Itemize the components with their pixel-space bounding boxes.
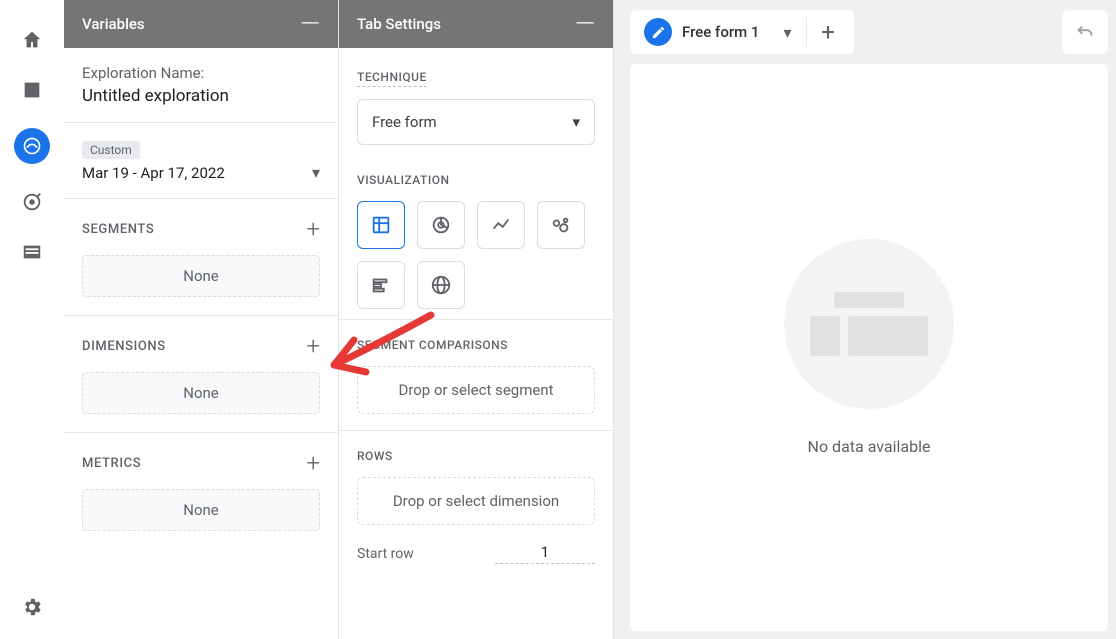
viz-bar-button[interactable] xyxy=(357,261,405,309)
technique-label: TECHNIQUE xyxy=(357,70,427,87)
metrics-header: METRICS + xyxy=(64,433,338,475)
metrics-title: METRICS xyxy=(82,456,141,471)
advertising-icon[interactable] xyxy=(20,190,44,214)
dimensions-title: DIMENSIONS xyxy=(82,339,166,354)
tab-settings-panel: Tab Settings — TECHNIQUE Free form ▾ VIS… xyxy=(339,0,614,639)
canvas-area: Free form 1 ▾ + No data available xyxy=(614,0,1116,639)
start-row-value[interactable]: 1 xyxy=(495,543,595,564)
technique-select[interactable]: Free form ▾ xyxy=(357,99,595,145)
segment-comparisons-label: SEGMENT COMPARISONS xyxy=(357,338,595,352)
collapse-tab-settings-button[interactable]: — xyxy=(575,11,595,37)
settings-icon[interactable] xyxy=(20,595,44,619)
viz-line-button[interactable] xyxy=(477,201,525,249)
date-range-value: Mar 19 - Apr 17, 2022 xyxy=(82,164,225,182)
start-row-field[interactable]: Start row 1 xyxy=(357,531,595,564)
technique-value: Free form xyxy=(372,113,437,131)
left-nav-rail xyxy=(0,0,64,639)
exploration-name-block[interactable]: Exploration Name: Untitled exploration xyxy=(64,48,338,123)
segments-title: SEGMENTS xyxy=(82,222,154,237)
tab-settings-title: Tab Settings xyxy=(357,15,441,33)
add-segment-button[interactable]: + xyxy=(306,217,320,241)
no-data-text: No data available xyxy=(808,437,931,456)
segments-empty[interactable]: None xyxy=(82,255,320,297)
viz-donut-button[interactable] xyxy=(417,201,465,249)
explore-icon[interactable] xyxy=(14,128,50,164)
tab-freeform-1[interactable]: Free form 1 xyxy=(634,10,769,54)
exploration-name-value[interactable]: Untitled exploration xyxy=(82,86,320,106)
dimensions-header: DIMENSIONS + xyxy=(64,316,338,358)
reports-icon[interactable] xyxy=(20,78,44,102)
caret-down-icon: ▾ xyxy=(572,113,580,131)
variables-panel-header: Variables — xyxy=(64,0,338,48)
rows-label: ROWS xyxy=(357,449,595,463)
canvas-body: No data available xyxy=(630,64,1108,631)
add-metric-button[interactable]: + xyxy=(306,451,320,475)
metrics-empty[interactable]: None xyxy=(82,489,320,531)
start-row-label: Start row xyxy=(357,546,414,562)
pencil-icon xyxy=(644,18,672,46)
add-tab-button[interactable]: + xyxy=(806,17,850,48)
configure-icon[interactable] xyxy=(20,240,44,264)
add-dimension-button[interactable]: + xyxy=(306,334,320,358)
dimensions-empty[interactable]: None xyxy=(82,372,320,414)
date-range-block[interactable]: Custom Mar 19 - Apr 17, 2022 ▾ xyxy=(64,123,338,199)
no-data-illustration xyxy=(784,239,954,409)
variables-panel: Variables — Exploration Name: Untitled e… xyxy=(64,0,339,639)
date-range-chip: Custom xyxy=(82,141,140,159)
exploration-name-label: Exploration Name: xyxy=(82,64,320,82)
variables-panel-title: Variables xyxy=(82,15,145,33)
viz-table-button[interactable] xyxy=(357,201,405,249)
viz-scatter-button[interactable] xyxy=(537,201,585,249)
segment-drop-target[interactable]: Drop or select segment xyxy=(357,366,595,414)
caret-down-icon[interactable]: ▾ xyxy=(312,163,320,182)
tab-settings-header: Tab Settings — xyxy=(339,0,613,48)
undo-button[interactable] xyxy=(1062,10,1108,54)
segments-header: SEGMENTS + xyxy=(64,199,338,241)
visualization-label: VISUALIZATION xyxy=(357,173,595,187)
home-icon[interactable] xyxy=(20,28,44,52)
tab-bar: Free form 1 ▾ + xyxy=(630,10,854,54)
rows-drop-target[interactable]: Drop or select dimension xyxy=(357,477,595,525)
collapse-variables-button[interactable]: — xyxy=(300,11,320,37)
viz-geo-button[interactable] xyxy=(417,261,465,309)
tab-menu-caret[interactable]: ▾ xyxy=(769,23,805,42)
tab-name: Free form 1 xyxy=(682,23,759,41)
